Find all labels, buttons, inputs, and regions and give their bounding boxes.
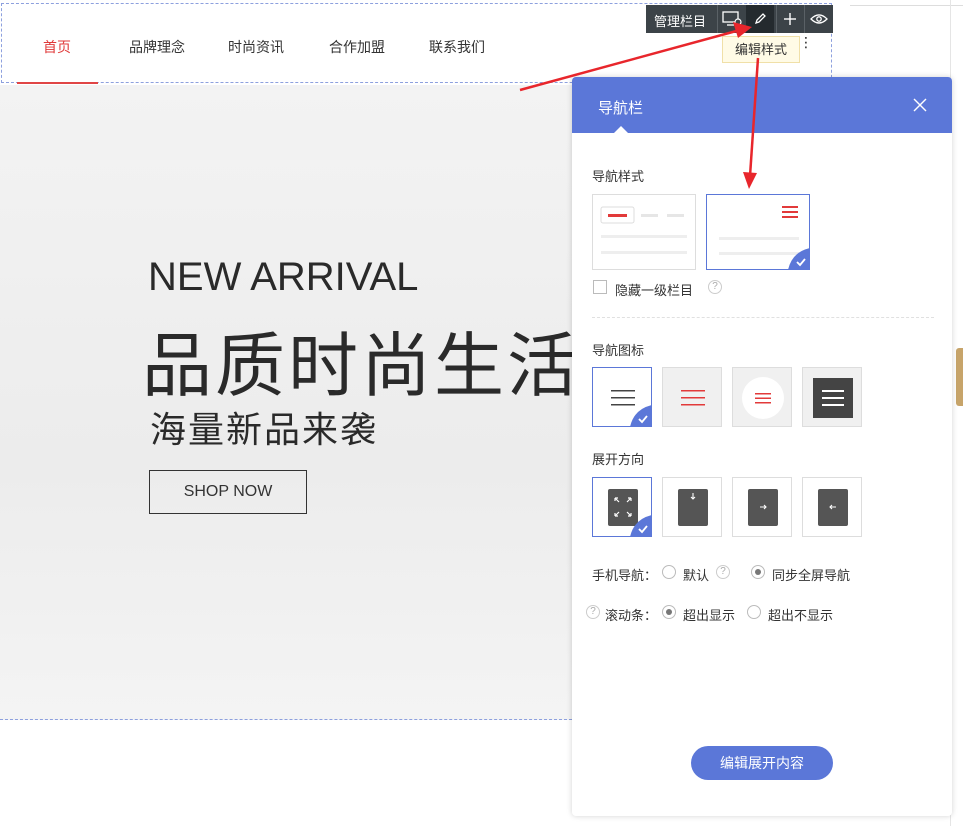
nav-active-indicator <box>17 82 98 84</box>
side-handle-tab[interactable] <box>956 348 963 406</box>
expand-direction-label: 展开方向 <box>592 452 645 467</box>
plus-icon[interactable] <box>783 12 797 26</box>
nav-style-option-horizontal[interactable] <box>592 194 696 270</box>
panel-title: 导航栏 <box>598 100 644 117</box>
expand-direction-option-fullscreen[interactable] <box>592 477 652 537</box>
toolbar-divider <box>804 5 805 33</box>
scrollbar-hide-label[interactable]: 超出不显示 <box>768 605 833 624</box>
arrow-right-icon <box>748 489 778 526</box>
help-icon[interactable]: ? <box>586 605 600 619</box>
nav-style-option-hamburger[interactable] <box>706 194 810 270</box>
nav-settings-panel <box>572 77 952 816</box>
nav-item-contact[interactable]: 联系我们 <box>429 37 485 57</box>
arrow-left-icon <box>818 489 848 526</box>
nav-item-home[interactable]: 首页 <box>43 37 71 57</box>
screen-settings-icon[interactable] <box>722 11 742 27</box>
edit-expand-content-button[interactable]: 编辑展开内容 <box>691 746 833 780</box>
mobile-nav-default-label[interactable]: 默认 <box>683 565 709 584</box>
scrollbar-show-label[interactable]: 超出显示 <box>683 605 735 624</box>
scrollbar-hide-radio[interactable] <box>747 605 761 619</box>
mobile-nav-fullscreen-label[interactable]: 同步全屏导航 <box>772 565 850 584</box>
expand-direction-option-right[interactable] <box>732 477 792 537</box>
mobile-nav-fullscreen-radio[interactable] <box>751 565 765 579</box>
nav-icon-option-2[interactable] <box>662 367 722 427</box>
mobile-nav-default-radio[interactable] <box>662 565 676 579</box>
edit-style-tooltip: 编辑样式 <box>722 36 800 63</box>
selected-check-icon <box>630 515 651 536</box>
nav-style-horizontal-preview <box>600 206 687 254</box>
close-icon[interactable] <box>913 98 927 112</box>
nav-icon-option-4[interactable] <box>802 367 862 427</box>
panel-tab-caret <box>614 126 628 133</box>
hero-title-en: NEW ARRIVAL <box>148 255 419 299</box>
expand-direction-option-left[interactable] <box>802 477 862 537</box>
toolbar-divider <box>717 5 718 33</box>
expand-direction-option-down[interactable] <box>662 477 722 537</box>
hero-subtitle: 海量新品来袭 <box>150 409 379 450</box>
hide-first-level-label: 隐藏一级栏目 <box>615 283 694 298</box>
pencil-icon[interactable] <box>753 12 767 26</box>
nav-icon-label: 导航图标 <box>592 343 645 358</box>
hamburger-red-circle-icon <box>742 377 784 419</box>
selected-check-icon <box>788 248 809 269</box>
selected-check-icon <box>630 405 651 426</box>
manage-columns-button[interactable]: 管理栏目 <box>654 11 706 30</box>
nav-item-join[interactable]: 合作加盟 <box>329 37 385 57</box>
nav-icon-option-3[interactable] <box>732 367 792 427</box>
help-icon[interactable]: ? <box>708 280 722 294</box>
arrow-down-icon <box>678 489 708 526</box>
scrollbar-show-radio[interactable] <box>662 605 676 619</box>
hide-first-level-checkbox[interactable] <box>593 280 607 294</box>
hamburger-dark-box-icon <box>813 378 853 418</box>
shop-now-button[interactable]: SHOP NOW <box>149 470 307 514</box>
help-icon[interactable]: ? <box>716 565 730 579</box>
nav-item-news[interactable]: 时尚资讯 <box>228 37 284 57</box>
more-dots-icon[interactable]: ⋮ <box>799 35 813 49</box>
nav-style-label: 导航样式 <box>592 169 645 184</box>
toolbar-divider <box>776 5 777 33</box>
top-edge-line <box>850 5 963 6</box>
nav-icon-option-1[interactable] <box>592 367 652 427</box>
nav-item-brand[interactable]: 品牌理念 <box>129 37 185 57</box>
hamburger-red-icon <box>681 390 705 406</box>
mobile-nav-label: 手机导航： <box>592 568 658 583</box>
section-divider <box>592 317 934 318</box>
scrollbar-label: 滚动条： <box>605 608 658 623</box>
hero-title-cn: 品质时尚生活 <box>142 327 580 405</box>
eye-icon[interactable] <box>810 12 828 26</box>
